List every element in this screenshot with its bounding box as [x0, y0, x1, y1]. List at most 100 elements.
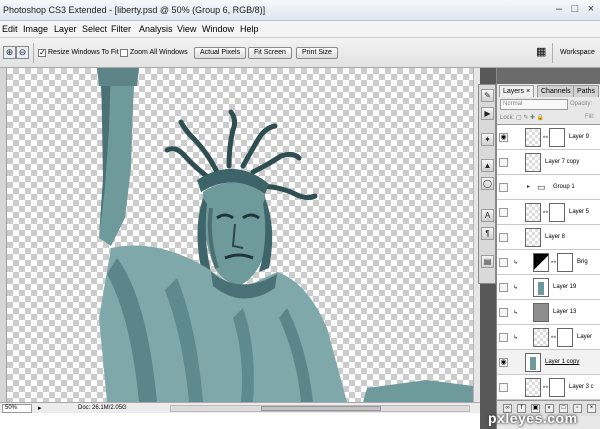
- layer-mask-thumbnail[interactable]: [549, 128, 565, 147]
- fill-label: Fill:: [585, 114, 595, 120]
- clipping-arrow-icon: ↳: [513, 335, 519, 341]
- tab-paths-label: Paths: [577, 88, 595, 95]
- scroll-thumb[interactable]: [261, 406, 381, 411]
- visibility-eye-icon[interactable]: ◉: [499, 358, 508, 367]
- layers-icon[interactable]: ▤: [481, 255, 494, 268]
- clipping-arrow-icon: ↳: [513, 310, 519, 316]
- menu-image[interactable]: Image: [23, 24, 48, 34]
- layer-mask-thumbnail[interactable]: [549, 378, 565, 397]
- toolbar-divider: [552, 43, 553, 63]
- layer-name: Layer 13: [553, 309, 577, 315]
- layer-row[interactable]: ↳ Layer 13: [497, 300, 600, 325]
- layer-thumbnail: [525, 228, 541, 247]
- visibility-eye-icon[interactable]: [499, 208, 508, 217]
- tab-paths[interactable]: Paths: [573, 85, 599, 97]
- menu-window[interactable]: Window: [202, 24, 234, 34]
- layer-name: Group 1: [553, 184, 575, 190]
- window-title: Photoshop CS3 Extended - [liberty.psd @ …: [3, 5, 266, 15]
- layer-thumbnail: [525, 353, 541, 372]
- tools-icon[interactable]: ✦: [481, 133, 494, 146]
- title-bar: Photoshop CS3 Extended - [liberty.psd @ …: [0, 0, 600, 21]
- layer-mask-thumbnail[interactable]: [557, 253, 573, 272]
- paragraph-icon[interactable]: ¶: [481, 227, 494, 240]
- layer-name: Layer 1 copy: [545, 359, 580, 365]
- workspace-menu[interactable]: Workspace: [560, 49, 595, 56]
- bridge-icon[interactable]: ▦: [536, 45, 546, 58]
- minimize-button[interactable]: –: [552, 3, 566, 16]
- clipping-arrow-icon: ↳: [513, 285, 519, 291]
- layers-panel: Layers × Channels Paths Normal Opacity: …: [496, 68, 600, 429]
- layer-name: Layer 19: [553, 284, 577, 290]
- resize-windows-checkbox[interactable]: ✓: [38, 49, 46, 57]
- zoom-all-windows-checkbox[interactable]: [120, 49, 128, 57]
- layer-name: Layer: [577, 334, 593, 340]
- menu-filter[interactable]: Filter: [111, 24, 131, 34]
- layer-thumbnail: [533, 328, 549, 347]
- layer-row[interactable]: ↳ ⚯ Brig: [497, 250, 600, 275]
- horizontal-scrollbar[interactable]: [170, 405, 470, 412]
- menu-layer[interactable]: Layer: [54, 24, 77, 34]
- delete-layer-icon[interactable]: ×: [587, 404, 596, 413]
- tab-channels[interactable]: Channels: [537, 85, 575, 97]
- close-button[interactable]: ×: [584, 3, 598, 16]
- visibility-eye-icon[interactable]: [499, 333, 508, 342]
- visibility-eye-icon[interactable]: [499, 158, 508, 167]
- layer-row[interactable]: ↳ ⚯ Layer: [497, 325, 600, 350]
- layer-row[interactable]: ⚯ Layer 5: [497, 200, 600, 225]
- layer-row[interactable]: Layer 7 copy: [497, 150, 600, 175]
- fit-screen-button[interactable]: Fit Screen: [248, 47, 292, 59]
- layer-row[interactable]: ◉ ⚯ Layer 9: [497, 125, 600, 150]
- menu-analysis[interactable]: Analysis: [139, 24, 173, 34]
- mask-link-icon[interactable]: ⚯: [543, 134, 548, 141]
- visibility-eye-icon[interactable]: ◉: [499, 133, 508, 142]
- visibility-eye-icon[interactable]: [499, 283, 508, 292]
- watermark-logo: pxleyes.com: [488, 410, 578, 426]
- visibility-eye-icon[interactable]: [499, 308, 508, 317]
- visibility-eye-icon[interactable]: [499, 233, 508, 242]
- stamp-icon[interactable]: ▲: [481, 159, 494, 172]
- visibility-eye-icon[interactable]: [499, 258, 508, 267]
- mask-link-icon[interactable]: ⚯: [551, 259, 556, 266]
- zoom-in-icon[interactable]: ⊕: [3, 46, 16, 59]
- text-icon[interactable]: A: [481, 209, 494, 222]
- menu-help[interactable]: Help: [240, 24, 259, 34]
- menu-edit[interactable]: Edit: [2, 24, 18, 34]
- lasso-icon[interactable]: ◯: [481, 177, 494, 190]
- play-icon[interactable]: ▶: [481, 107, 494, 120]
- panel-dock-icons: ✎ ▶ ✦ ▲ ◯ A ¶ ▤: [478, 84, 496, 284]
- zoom-out-icon[interactable]: ⊖: [16, 46, 29, 59]
- actual-pixels-button[interactable]: Actual Pixels: [194, 47, 247, 59]
- visibility-eye-icon[interactable]: [499, 183, 508, 192]
- expand-arrow-icon[interactable]: ▸: [527, 183, 530, 190]
- status-bar: 50% ▸ Doc: 26.1M/2.05G: [0, 402, 480, 413]
- layer-mask-thumbnail[interactable]: [549, 203, 565, 222]
- status-menu-icon[interactable]: ▸: [38, 404, 42, 412]
- layer-name: Layer 9: [569, 134, 590, 140]
- maximize-button[interactable]: □: [568, 3, 582, 16]
- statue-image: [97, 68, 473, 402]
- history-brush-icon[interactable]: ✎: [481, 89, 494, 102]
- menu-select[interactable]: Select: [82, 24, 107, 34]
- layer-row[interactable]: ⚯ Layer 3 c: [497, 375, 600, 400]
- layer-row[interactable]: Layer 8: [497, 225, 600, 250]
- document-size: Doc: 26.1M/2.05G: [78, 405, 127, 411]
- zoom-level-field[interactable]: 50%: [2, 404, 32, 413]
- menu-view[interactable]: View: [177, 24, 196, 34]
- layer-thumbnail: [525, 203, 541, 222]
- layer-list[interactable]: ◉ ⚯ Layer 9 Layer 7 copy ▸ ▭ Group 1 ⚯ Layer 5 La…: [497, 124, 600, 400]
- layer-row[interactable]: ◉ Layer 1 copy: [497, 350, 600, 375]
- document-canvas[interactable]: [7, 68, 473, 402]
- layer-row[interactable]: ▸ ▭ Group 1: [497, 175, 600, 200]
- print-size-button[interactable]: Print Size: [296, 47, 338, 59]
- options-bar: ⊕ ⊖ ✓ Resize Windows To Fit Zoom All Win…: [0, 38, 600, 68]
- blend-mode-select[interactable]: Normal: [500, 99, 568, 110]
- layer-thumbnail: [533, 303, 549, 322]
- layer-mask-thumbnail[interactable]: [557, 328, 573, 347]
- tab-layers-label: Layers: [503, 88, 525, 95]
- layer-row[interactable]: ↳ Layer 19: [497, 275, 600, 300]
- mask-link-icon[interactable]: ⚯: [551, 334, 556, 341]
- visibility-eye-icon[interactable]: [499, 383, 508, 392]
- mask-link-icon[interactable]: ⚯: [543, 384, 548, 391]
- tab-layers[interactable]: Layers ×: [499, 85, 535, 97]
- mask-link-icon[interactable]: ⚯: [543, 209, 548, 216]
